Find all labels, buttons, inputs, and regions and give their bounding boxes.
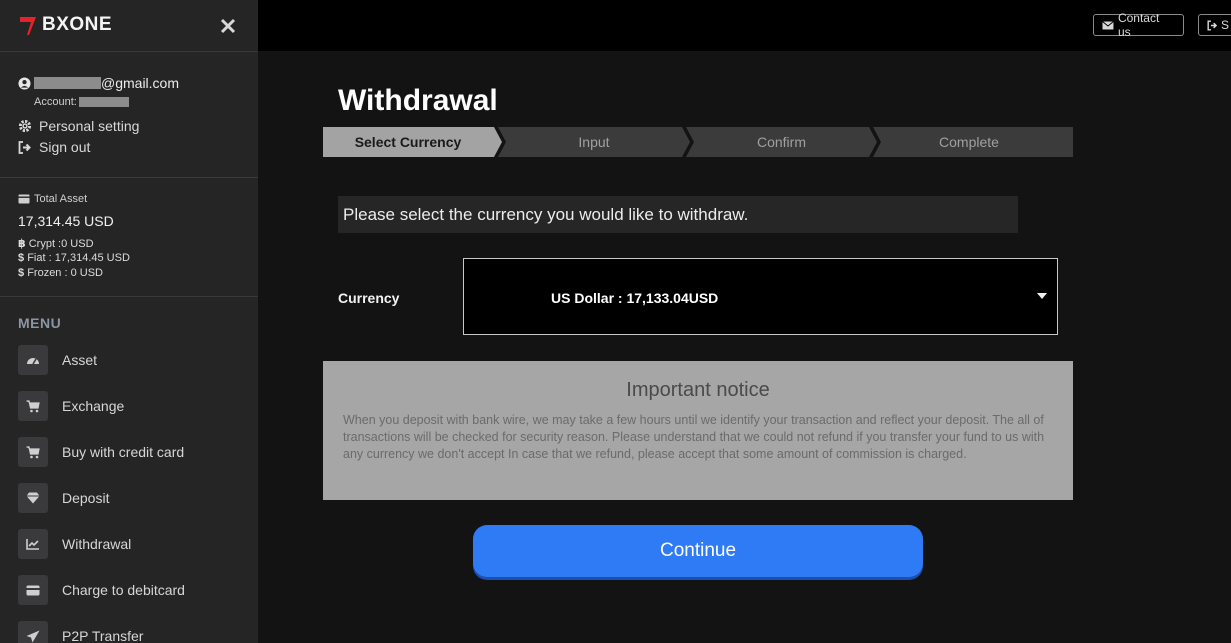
step-progress: Select Currency Input Confirm Complete [323,127,1073,157]
sidebar: BXONE @gmail.com Account: Personal setti… [0,0,258,643]
menu-heading: MENU [18,315,62,331]
step-complete: Complete [939,134,999,150]
credit-card-icon [18,575,48,605]
dollar-icon: $ [18,252,25,264]
menu-item-debitcard[interactable]: Charge to debitcard [18,575,248,605]
account-redaction [78,97,129,107]
menu-item-label: Buy with credit card [62,444,185,460]
menu-item-p2p-transfer[interactable]: P2P Transfer [18,621,248,643]
menu-item-label: Deposit [62,490,110,506]
menu-item-label: P2P Transfer [62,628,144,643]
fiat-balance-text: Fiat : 17,314.45 USD [27,252,130,264]
page-title: Withdrawal [338,84,498,117]
brand-logo[interactable]: BXONE [18,14,112,36]
total-asset-heading: Total Asset [18,193,87,205]
notice-body: When you deposit with bank wire, we may … [343,413,1045,461]
sign-out-icon [1207,19,1218,31]
menu-item-deposit[interactable]: Deposit [18,483,248,513]
logo-mark-icon [20,17,36,35]
caret-down-icon [1037,293,1047,299]
cart-icon [18,437,48,467]
fiat-balance: $ Fiat : 17,314.45 USD [18,252,130,264]
notice-title: Important notice [626,379,770,401]
user-panel: @gmail.com Account: Personal setting Sig… [0,51,258,178]
menu-item-label: Asset [62,352,98,368]
sign-out-top-button[interactable]: S [1198,14,1231,36]
email-redaction [34,77,101,89]
sign-out-label: Sign out [39,139,91,155]
menu-item-asset[interactable]: Asset [18,345,248,375]
contact-us-label: Contact us [1117,11,1160,39]
sign-out-icon [18,140,31,154]
menu-item-withdrawal[interactable]: Withdrawal [18,529,248,559]
important-notice: Important notice When you deposit with b… [323,361,1073,500]
step-input: Input [578,134,610,150]
menu-item-exchange[interactable]: Exchange [18,391,248,421]
sign-out-link[interactable]: Sign out [18,139,90,155]
brand-name: BXONE [42,14,113,35]
wallet-icon [18,194,30,204]
sign-out-top-label: S [1220,18,1229,32]
contact-us-button[interactable]: Contact us [1093,11,1184,39]
crypt-balance-text: Crypt :0 USD [28,238,94,250]
email-suffix: @gmail.com [101,75,180,91]
user-circle-icon [18,76,31,90]
paper-plane-icon [18,621,48,643]
personal-setting-label: Personal setting [39,118,140,134]
chart-icon [18,529,48,559]
crypt-balance: ฿ Crypt :0 USD [18,237,94,250]
cart-icon [18,391,48,421]
gauge-icon [18,345,48,375]
menu-item-buy-credit-card[interactable]: Buy with credit card [18,437,248,467]
instruction-text: Please select the currency you would lik… [338,196,1018,233]
menu-item-label: Charge to debitcard [62,582,185,598]
close-icon [220,18,236,34]
frozen-balance-text: Frozen : 0 USD [27,267,103,279]
account-label: Account: [34,96,77,108]
currency-selected-value: US Dollar : 17,133.04USD [551,290,719,306]
dollar-icon: $ [18,267,25,279]
total-asset-label: Total Asset [34,193,88,205]
step-select-currency: Select Currency [354,134,462,150]
bitcoin-icon: ฿ [18,238,26,250]
main-content: Withdrawal Select Currency Input Confirm… [258,51,1231,643]
gear-icon [18,119,32,133]
menu-item-label: Exchange [62,398,125,414]
continue-button[interactable]: Continue [473,525,923,577]
currency-label: Currency [338,290,400,306]
diamond-icon [18,483,48,513]
step-confirm: Confirm [756,134,806,150]
frozen-balance: $ Frozen : 0 USD [18,267,103,279]
personal-setting-link[interactable]: Personal setting [18,118,139,134]
currency-select[interactable]: US Dollar : 17,133.04USD [463,258,1058,335]
sidebar-header: BXONE [0,0,258,52]
close-sidebar-button[interactable] [220,12,236,41]
user-email: @gmail.com [18,75,179,91]
menu-item-label: Withdrawal [62,536,132,552]
envelope-icon [1102,20,1114,29]
top-bar: Contact us S [258,0,1231,51]
account-row: Account: [34,96,129,108]
asset-summary: Total Asset 17,314.45 USD ฿ Crypt :0 USD… [0,178,258,297]
total-asset-value: 17,314.45 USD [18,213,114,229]
